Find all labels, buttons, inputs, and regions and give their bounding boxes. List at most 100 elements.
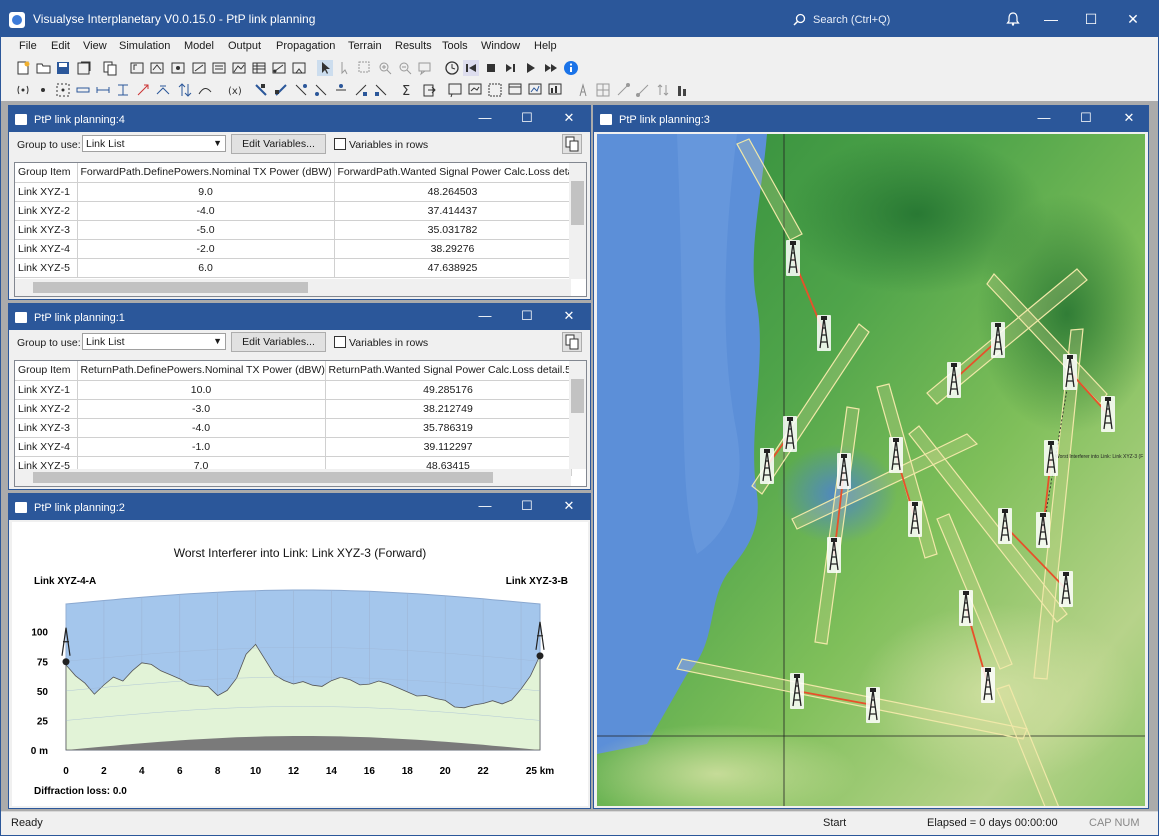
tower-icon[interactable]	[837, 453, 851, 489]
vertical-scrollbar[interactable]	[569, 163, 586, 279]
point-icon[interactable]	[35, 82, 51, 98]
report-2-icon[interactable]	[467, 82, 483, 98]
tower-icon[interactable]	[908, 501, 922, 537]
link-add-2-icon[interactable]	[273, 82, 289, 98]
tower-icon[interactable]	[866, 687, 880, 723]
height-icon[interactable]	[115, 82, 131, 98]
close-button[interactable]: ✕	[1123, 9, 1143, 29]
segment-icon[interactable]	[95, 82, 111, 98]
menu-tools[interactable]: Tools	[442, 40, 468, 52]
station-tool-3-icon[interactable]	[170, 60, 186, 76]
table-row[interactable]: Link XYZ-1 9.0 48.264503	[15, 182, 572, 202]
table-row[interactable]: Link XYZ-4 -2.0 38.29276	[15, 239, 572, 259]
column-header[interactable]: ForwardPath.DefinePowers.Nominal TX Powe…	[77, 163, 335, 183]
clock-icon[interactable]	[444, 60, 460, 76]
window-4-close[interactable]: ✕	[561, 110, 577, 126]
grid-tool-icon[interactable]	[595, 82, 611, 98]
copy-table-icon[interactable]	[562, 134, 582, 154]
variable-x-icon[interactable]: (x)	[227, 82, 243, 98]
table-cell[interactable]: 10.0	[77, 380, 326, 400]
tower-icon[interactable]	[991, 322, 1005, 358]
variables-in-rows-checkbox[interactable]	[334, 336, 346, 348]
column-header[interactable]: ReturnPath.Wanted Signal Power Calc.Loss…	[325, 361, 572, 381]
window-1-close[interactable]: ✕	[561, 308, 577, 324]
link-tool-icon[interactable]	[271, 60, 287, 76]
vertical-scrollbar[interactable]	[569, 361, 586, 469]
table-cell[interactable]: 35.786319	[325, 418, 572, 438]
table-cell[interactable]: -4.0	[77, 418, 326, 438]
table-cell[interactable]: 37.414437	[334, 201, 572, 221]
report-3-icon[interactable]	[487, 82, 503, 98]
station-tool-4-icon[interactable]	[191, 60, 207, 76]
zoom-out-icon[interactable]	[397, 60, 413, 76]
menu-view[interactable]: View	[83, 40, 107, 52]
table-cell[interactable]: 48.264503	[334, 182, 572, 202]
variables-in-rows-checkbox[interactable]	[334, 138, 346, 150]
zoom-in-icon[interactable]	[377, 60, 393, 76]
station-tool-2-icon[interactable]	[149, 60, 165, 76]
link-add-5-icon[interactable]	[333, 82, 349, 98]
horizontal-scrollbar[interactable]	[15, 279, 571, 296]
fast-forward-icon[interactable]	[543, 60, 559, 76]
maximize-button[interactable]: ☐	[1081, 9, 1101, 29]
station-tool-5-icon[interactable]	[211, 60, 227, 76]
tower-icon[interactable]	[981, 667, 995, 703]
select-cursor-icon[interactable]	[317, 60, 333, 76]
menu-output[interactable]: Output	[228, 40, 261, 52]
stop-icon[interactable]	[483, 60, 499, 76]
tower-icon[interactable]	[790, 673, 804, 709]
table-row[interactable]: Link XYZ-2 -3.0 38.212749	[15, 399, 572, 419]
tower-icon[interactable]	[817, 315, 831, 351]
window-3-minimize[interactable]: —	[1036, 110, 1052, 125]
menu-terrain[interactable]: Terrain	[348, 40, 382, 52]
window-3-maximize[interactable]: ☐	[1078, 110, 1094, 126]
station-tool-1-icon[interactable]	[129, 60, 145, 76]
sigma-icon[interactable]: Σ	[399, 82, 415, 99]
menu-help[interactable]: Help	[534, 40, 557, 52]
tower-tool-icon[interactable]	[575, 82, 591, 98]
window-3-close[interactable]: ✕	[1121, 110, 1137, 126]
route-icon[interactable]	[197, 82, 213, 98]
search-box[interactable]: Search (Ctrl+Q)	[813, 14, 890, 26]
tower-icon[interactable]	[1036, 512, 1050, 548]
window-2-close[interactable]: ✕	[561, 498, 577, 514]
link-add-1-icon[interactable]	[253, 82, 269, 98]
edit-variables-button[interactable]: Edit Variables...	[231, 332, 326, 352]
menu-window[interactable]: Window	[481, 40, 520, 52]
sort-tool-icon[interactable]	[655, 82, 671, 98]
table-row[interactable]: Link XYZ-4 -1.0 39.112297	[15, 437, 572, 457]
tower-icon[interactable]	[959, 590, 973, 626]
link-add-3-icon[interactable]	[293, 82, 309, 98]
new-file-icon[interactable]	[15, 60, 31, 76]
table-row[interactable]: Link XYZ-3 -4.0 35.786319	[15, 418, 572, 438]
window-4-maximize[interactable]: ☐	[519, 110, 535, 126]
tower-icon[interactable]	[998, 508, 1012, 544]
table-cell[interactable]: 9.0	[77, 182, 335, 202]
select-area-icon[interactable]	[357, 60, 373, 76]
play-icon[interactable]	[523, 60, 539, 76]
horizontal-scrollbar[interactable]	[15, 469, 571, 486]
table-tool-icon[interactable]	[251, 60, 267, 76]
column-header[interactable]: Group Item	[15, 163, 78, 183]
measure-tool-icon[interactable]	[635, 82, 651, 98]
minimize-button[interactable]: —	[1041, 9, 1061, 29]
copy-table-icon[interactable]	[562, 332, 582, 352]
table-cell[interactable]: 38.29276	[334, 239, 572, 259]
ruler-icon[interactable]	[75, 82, 91, 98]
tower-icon[interactable]	[786, 240, 800, 276]
table-cell[interactable]: -3.0	[77, 399, 326, 419]
group-select[interactable]: Link List ▼	[82, 135, 226, 152]
table-row[interactable]: Link XYZ-5 6.0 47.638925	[15, 258, 572, 278]
column-header[interactable]: Group Item	[15, 361, 78, 381]
swap-vertical-icon[interactable]	[177, 82, 193, 98]
report-5-icon[interactable]	[527, 82, 543, 98]
report-4-icon[interactable]	[507, 82, 523, 98]
open-file-icon[interactable]	[36, 60, 52, 76]
window-2-maximize[interactable]: ☐	[519, 498, 535, 514]
link-add-7-icon[interactable]	[373, 82, 389, 98]
area-tool-icon[interactable]	[291, 60, 307, 76]
link-add-4-icon[interactable]	[313, 82, 329, 98]
menu-propagation[interactable]: Propagation	[276, 40, 335, 52]
table-cell[interactable]: 49.285176	[325, 380, 572, 400]
tower-icon[interactable]	[827, 537, 841, 573]
